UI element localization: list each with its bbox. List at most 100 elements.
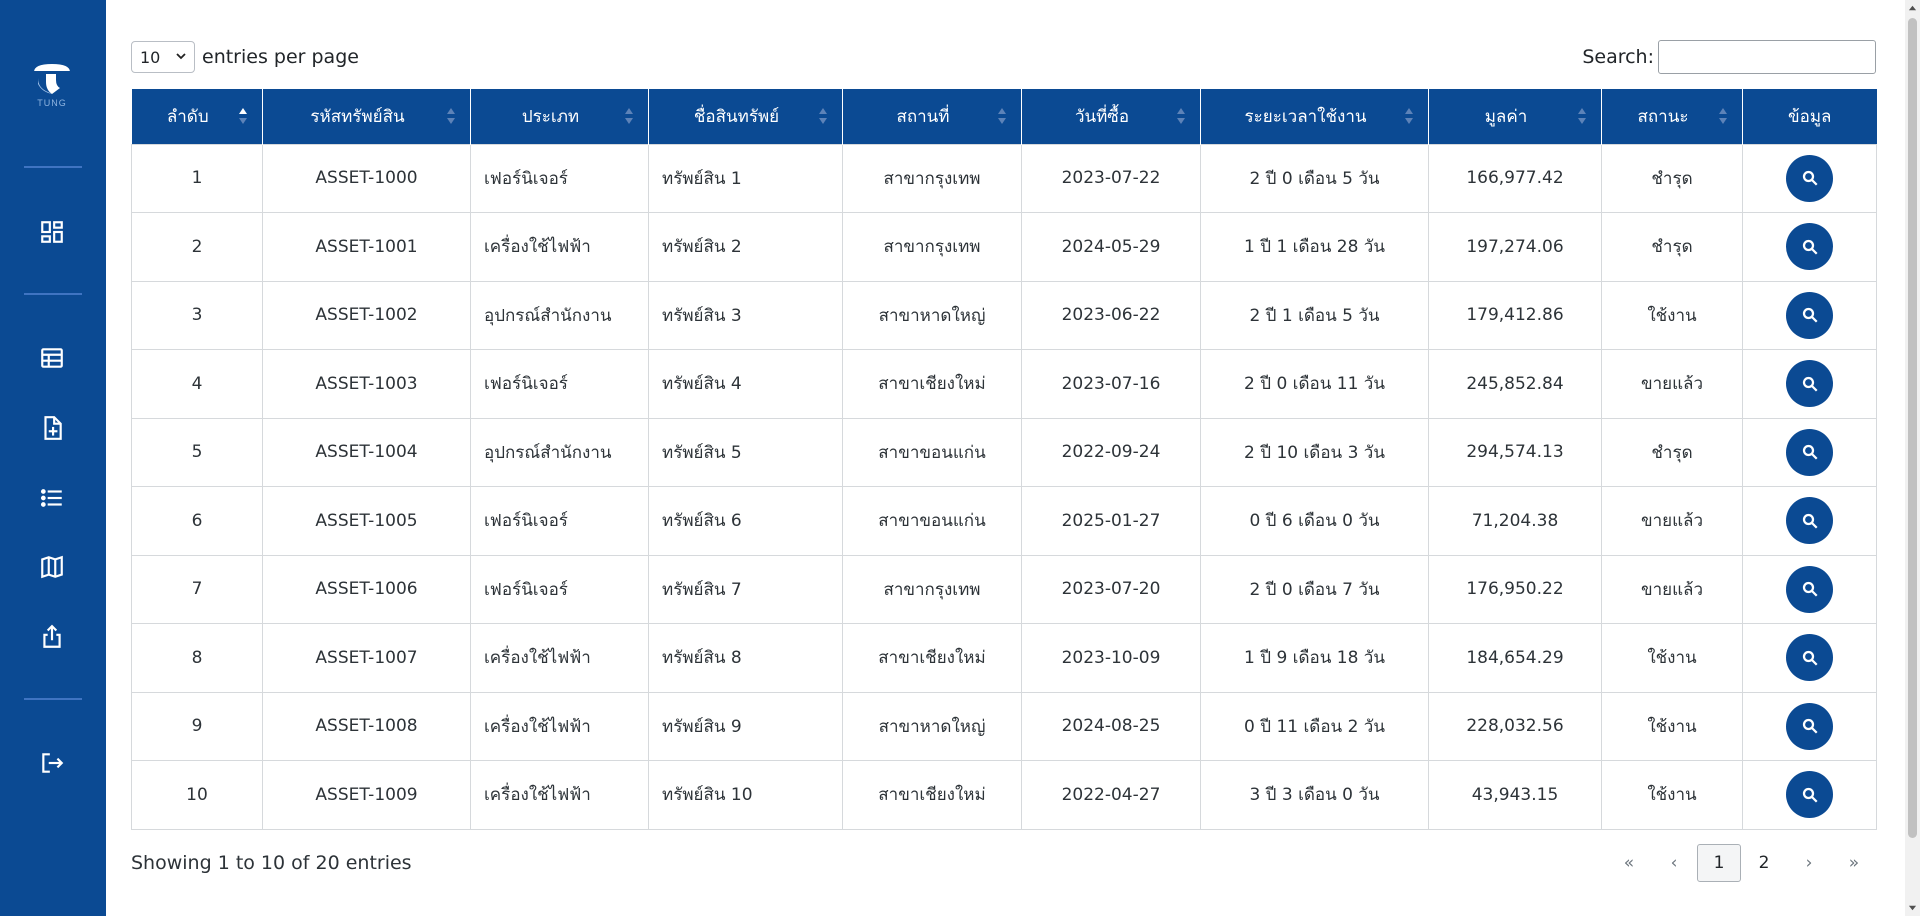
cell-asset-code: ASSET-1000 xyxy=(262,143,471,213)
page-scrollbar[interactable] xyxy=(1905,0,1920,916)
search-icon xyxy=(1802,171,1818,186)
cell-location: สาขาเชียงใหม่ xyxy=(842,349,1022,419)
column-header-status[interactable]: สถานะ xyxy=(1601,89,1743,144)
column-header-asset-name[interactable]: ชื่อสินทรัพย์ xyxy=(648,89,843,144)
search-icon xyxy=(1802,376,1818,392)
view-details-button[interactable] xyxy=(1786,360,1833,408)
scroll-up-arrow-icon[interactable] xyxy=(1908,4,1917,13)
cell-status: ชำรุด xyxy=(1601,212,1743,282)
pagination-prev-button[interactable]: ‹ xyxy=(1652,844,1696,882)
column-header-type[interactable]: ประเภท xyxy=(470,89,649,144)
sidebar-item-add-document[interactable] xyxy=(37,413,67,443)
cell-purchase-date: 2024-08-25 xyxy=(1021,691,1201,761)
cell-value: 228,032.56 xyxy=(1428,691,1602,761)
view-details-button[interactable] xyxy=(1786,154,1833,202)
view-details-button[interactable] xyxy=(1786,771,1833,819)
share-export-icon xyxy=(43,624,61,648)
cell-location: สาขาขอนแก่น xyxy=(842,486,1022,556)
column-header-location[interactable]: สถานที่ xyxy=(842,89,1022,144)
cell-purchase-date: 2025-01-27 xyxy=(1021,486,1201,556)
column-header-label: รหัสทรัพย์สิน xyxy=(310,106,405,127)
sort-icon xyxy=(1177,108,1185,124)
table-controls: 10 entries per page Search: xyxy=(131,40,1876,74)
logout-icon xyxy=(42,753,64,773)
scrollbar-thumb[interactable] xyxy=(1908,18,1917,838)
sort-icon xyxy=(447,108,455,124)
view-details-button[interactable] xyxy=(1786,497,1833,545)
cell-purchase-date: 2022-04-27 xyxy=(1021,760,1201,830)
sidebar-item-export[interactable] xyxy=(37,622,67,652)
sort-icon xyxy=(1719,108,1727,124)
cell-location: สาขาหาดใหญ่ xyxy=(842,691,1022,761)
cell-value: 245,852.84 xyxy=(1428,349,1602,419)
column-header-label: ข้อมูล xyxy=(1788,106,1832,127)
column-header-asset-code[interactable]: รหัสทรัพย์สิน xyxy=(262,89,471,144)
entries-per-page-select[interactable]: 10 xyxy=(131,41,195,73)
pagination-page-2[interactable]: 2 xyxy=(1742,844,1786,882)
dashboard-icon xyxy=(41,221,63,243)
cell-asset-code: ASSET-1002 xyxy=(262,280,471,350)
view-details-button[interactable] xyxy=(1786,223,1833,271)
cell-asset-name: ทรัพย์สิน 1 xyxy=(648,143,843,213)
cell-info xyxy=(1742,280,1877,350)
cell-asset-name: ทรัพย์สิน 6 xyxy=(648,486,843,556)
sidebar-divider xyxy=(24,698,82,700)
table-row: 6 ASSET-1005 เฟอร์นิเจอร์ ทรัพย์สิน 6 สาขาขอ… xyxy=(131,486,1877,556)
table-info: Showing 1 to 10 of 20 entries xyxy=(131,852,412,874)
cell-asset-code: ASSET-1005 xyxy=(262,486,471,556)
sort-icon xyxy=(819,108,827,124)
add-document-icon xyxy=(44,416,62,440)
cell-index: 7 xyxy=(131,554,263,624)
sidebar-item-list[interactable] xyxy=(37,483,67,513)
cell-type: เครื่องใช้ไฟฟ้า xyxy=(470,691,649,761)
cell-status: ใช้งาน xyxy=(1601,280,1743,350)
brand-name: TUNG xyxy=(37,98,67,108)
search-input[interactable] xyxy=(1658,40,1876,74)
cell-info xyxy=(1742,143,1877,213)
sort-icon xyxy=(998,108,1006,124)
sidebar-item-map[interactable] xyxy=(37,552,67,582)
sort-icon xyxy=(1578,108,1586,124)
map-icon xyxy=(41,555,63,579)
search-icon xyxy=(1802,239,1818,255)
cell-status: ชำรุด xyxy=(1601,143,1743,213)
pagination-last-button[interactable]: » xyxy=(1832,844,1876,882)
search-icon xyxy=(1802,650,1818,666)
cell-asset-code: ASSET-1006 xyxy=(262,554,471,624)
table-row: 3 ASSET-1002 อุปกรณ์สำนักงาน ทรัพย์สิน 3 สาข… xyxy=(131,280,1877,350)
cell-status: ขายแล้ว xyxy=(1601,349,1743,419)
cell-asset-code: ASSET-1008 xyxy=(262,691,471,761)
cell-type: เฟอร์นิเจอร์ xyxy=(470,349,649,419)
sidebar-item-logout[interactable] xyxy=(37,748,67,778)
view-details-button[interactable] xyxy=(1786,291,1833,339)
cell-asset-code: ASSET-1003 xyxy=(262,349,471,419)
sidebar-item-dashboard[interactable] xyxy=(37,217,67,247)
pagination-page-1[interactable]: 1 xyxy=(1697,844,1741,882)
sidebar-item-table[interactable] xyxy=(37,343,67,373)
cell-usage-duration: 1 ปี 1 เดือน 28 วัน xyxy=(1200,212,1429,282)
cell-purchase-date: 2024-05-29 xyxy=(1021,212,1201,282)
table-body: 1 ASSET-1000 เฟอร์นิเจอร์ ทรัพย์สิน 1 สาขากร… xyxy=(131,143,1877,830)
pagination-next-button[interactable]: › xyxy=(1787,844,1831,882)
column-header-index[interactable]: ลำดับ xyxy=(131,89,263,144)
column-header-value[interactable]: มูลค่า xyxy=(1428,89,1602,144)
scroll-down-arrow-icon[interactable] xyxy=(1908,903,1917,912)
cell-info xyxy=(1742,691,1877,761)
view-details-button[interactable] xyxy=(1786,634,1833,682)
search-icon xyxy=(1802,513,1818,529)
column-header-info[interactable]: ข้อมูล xyxy=(1742,89,1877,144)
pagination-first-button[interactable]: « xyxy=(1607,844,1651,882)
column-header-usage-duration[interactable]: ระยะเวลาใช้งาน xyxy=(1200,89,1429,144)
cell-asset-code: ASSET-1001 xyxy=(262,212,471,282)
view-details-button[interactable] xyxy=(1786,702,1833,750)
brand-logo[interactable]: TUNG xyxy=(27,62,77,108)
view-details-button[interactable] xyxy=(1786,565,1833,613)
column-header-label: สถานะ xyxy=(1637,106,1689,127)
cell-purchase-date: 2023-10-09 xyxy=(1021,623,1201,693)
search-icon xyxy=(1802,582,1818,597)
column-header-purchase-date[interactable]: วันที่ซื้อ xyxy=(1021,89,1201,144)
cell-asset-name: ทรัพย์สิน 3 xyxy=(648,280,843,350)
cell-type: เฟอร์นิเจอร์ xyxy=(470,143,649,213)
search-control: Search: xyxy=(1582,40,1876,74)
view-details-button[interactable] xyxy=(1786,428,1833,476)
